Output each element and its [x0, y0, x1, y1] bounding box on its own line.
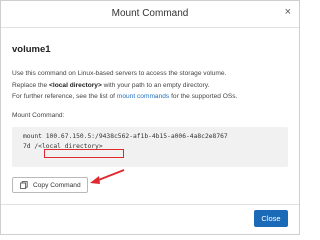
mount-commands-link[interactable]: mount commands	[117, 93, 169, 100]
close-button[interactable]: Close	[254, 210, 288, 227]
mount-command-label: Mount Command:	[12, 112, 65, 119]
description-line-2: Replace the <local directory> with your …	[12, 80, 292, 92]
description-line-2-prefix: Replace the	[12, 81, 50, 89]
description-text: Use this command on Linux-based servers …	[12, 68, 292, 103]
dialog-title: Mount Command	[111, 8, 189, 19]
command-code-box: mount 100.67.150.5:/9438c562-af1b-4b15-a…	[12, 127, 288, 167]
local-directory-placeholder-text: <local directory>	[49, 81, 102, 89]
dialog-footer-divider	[1, 204, 299, 205]
description-line-3: For further reference, see the list of m…	[12, 91, 292, 103]
local-directory-highlight-box	[44, 149, 124, 158]
dialog-header: Mount Command ×	[1, 1, 299, 28]
copy-command-label: Copy Command	[33, 181, 81, 189]
copy-icon	[20, 181, 28, 189]
description-line-3-suffix: for the supported OSs.	[169, 93, 238, 100]
copy-command-button[interactable]: Copy Command	[12, 177, 88, 193]
command-line-1: mount 100.67.150.5:/9438c562-af1b-4b15-a…	[23, 133, 228, 140]
volume-name: volume1	[12, 44, 51, 55]
close-icon[interactable]: ×	[285, 7, 291, 18]
annotation-arrow	[90, 169, 125, 184]
mount-command-dialog: Mount Command × volume1 Use this command…	[0, 0, 300, 235]
description-line-1: Use this command on Linux-based servers …	[12, 70, 227, 77]
description-line-3-prefix: For further reference, see the list of	[12, 93, 117, 100]
description-line-2-suffix: with your path to an empty directory.	[101, 81, 210, 89]
